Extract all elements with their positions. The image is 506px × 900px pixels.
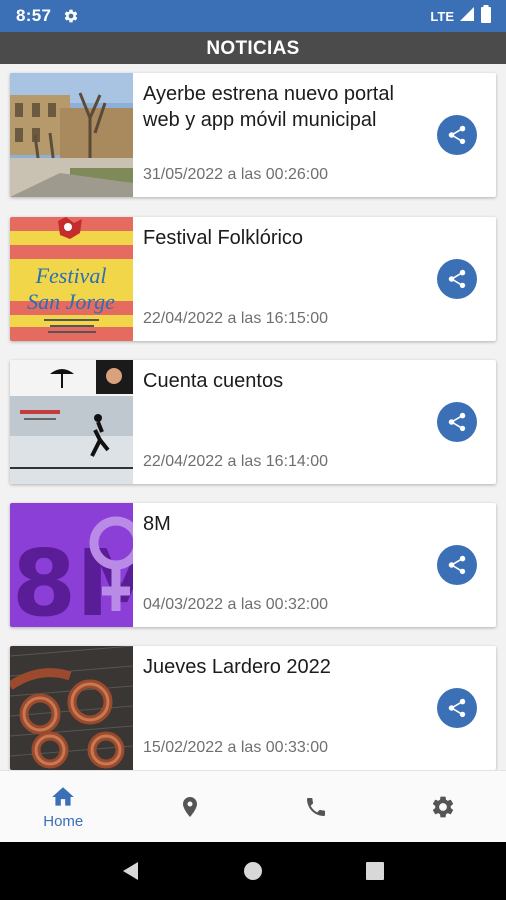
news-title: Cuenta cuentos <box>143 370 284 392</box>
signal-icon <box>459 6 475 27</box>
home-system-button[interactable] <box>238 856 268 886</box>
status-time: 8:57 <box>16 6 52 25</box>
news-card[interactable]: 8M 8M 04/03/2022 a las 00:32:00 <box>10 503 496 627</box>
news-title: Jueves Lardero 2022 <box>143 656 331 678</box>
recents-icon <box>366 862 384 880</box>
home-icon <box>52 787 75 806</box>
nav-phone[interactable] <box>253 771 380 843</box>
share-button[interactable] <box>437 259 477 299</box>
news-title: Festival Folklórico <box>143 227 304 249</box>
recents-button[interactable] <box>360 856 390 886</box>
news-thumbnail <box>10 360 133 484</box>
share-icon <box>448 412 466 432</box>
news-date: 22/04/2022 a las 16:14:00 <box>143 453 329 470</box>
share-icon <box>448 125 466 145</box>
page-title: NOTICIAS <box>0 32 506 64</box>
news-thumbnail: 8M <box>10 503 133 627</box>
share-icon <box>448 555 466 575</box>
news-title: 8M <box>143 513 171 535</box>
back-icon <box>123 862 138 880</box>
settings-icon <box>432 796 453 818</box>
share-icon <box>448 269 466 289</box>
nav-settings[interactable] <box>380 771 506 843</box>
news-date: 04/03/2022 a las 00:32:00 <box>143 596 329 613</box>
news-thumbnail <box>10 73 133 197</box>
news-title: Ayerbe estrena nuevo portal web y app mó… <box>143 83 394 131</box>
news-card[interactable]: Ayerbe estrena nuevo portal web y app mó… <box>10 73 496 197</box>
news-card[interactable]: Festival San Jorge Festival Folklórico 2… <box>10 217 496 341</box>
news-card[interactable]: Cuenta cuentos 22/04/2022 a las 16:14:00 <box>10 360 496 484</box>
thumb-text: San Jorge <box>27 289 115 314</box>
share-button[interactable] <box>437 115 477 155</box>
share-button[interactable] <box>437 402 477 442</box>
back-button[interactable] <box>116 856 146 886</box>
location-icon <box>182 797 197 817</box>
status-bar: 8:57 LTE <box>0 0 506 32</box>
thumb-text: Festival <box>35 263 107 288</box>
share-button[interactable] <box>437 688 477 728</box>
status-indicators: LTE <box>430 4 492 28</box>
phone-icon <box>307 798 326 816</box>
share-icon <box>448 698 466 718</box>
gear-icon <box>63 8 79 24</box>
nav-home[interactable]: Home <box>0 771 127 843</box>
news-thumbnail <box>10 646 133 770</box>
news-thumbnail: Festival San Jorge <box>10 217 133 341</box>
circle-home-icon <box>244 862 262 880</box>
news-date: 15/02/2022 a las 00:33:00 <box>143 739 329 756</box>
network-type: LTE <box>430 8 454 24</box>
news-list[interactable]: Ayerbe estrena nuevo portal web y app mó… <box>0 64 506 770</box>
nav-location[interactable] <box>127 771 254 843</box>
bottom-navigation: Home <box>0 770 506 843</box>
battery-icon <box>480 4 492 28</box>
nav-home-label: Home <box>43 813 84 830</box>
news-date: 22/04/2022 a las 16:15:00 <box>143 310 329 327</box>
system-navigation-bar <box>0 842 506 900</box>
news-date: 31/05/2022 a las 00:26:00 <box>143 166 329 183</box>
share-button[interactable] <box>437 545 477 585</box>
news-card[interactable]: Jueves Lardero 2022 15/02/2022 a las 00:… <box>10 646 496 770</box>
